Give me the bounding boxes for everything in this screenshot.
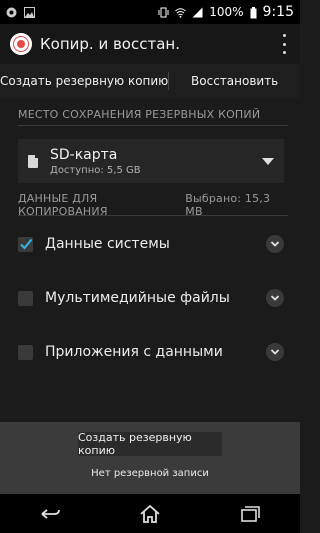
- clock: 9:15: [262, 4, 294, 20]
- signal-icon: [192, 7, 203, 18]
- app-logo-icon[interactable]: [10, 33, 32, 55]
- storage-section-title: МЕСТО СОХРАНЕНИЯ РЕЗЕРВНЫХ КОПИЙ: [18, 108, 261, 121]
- battery-percent: 100%: [209, 5, 244, 19]
- tab-create-backup[interactable]: Создать резервную копию: [0, 74, 168, 88]
- action-bar: Копир. и восстан.: [0, 24, 300, 64]
- dropdown-arrow-icon: [262, 157, 274, 165]
- data-section-header: ДАННЫЕ ДЛЯ КОПИРОВАНИЯ Выбрано: 15,3 MB: [18, 191, 288, 218]
- storage-location-dropdown[interactable]: SD-карта Доступно: 5,5 GB: [18, 139, 284, 183]
- option-label: Приложения с данными: [45, 344, 223, 360]
- storage-section-header: МЕСТО СОХРАНЕНИЯ РЕЗЕРВНЫХ КОПИЙ: [18, 104, 288, 126]
- selected-size: Выбрано: 15,3 MB: [185, 191, 271, 218]
- recent-apps-icon[interactable]: [237, 503, 263, 525]
- navigation-bar: [0, 494, 300, 533]
- backup-status: Нет резервной записи: [91, 468, 209, 479]
- page-title: Копир. и восстан.: [40, 35, 180, 53]
- checkbox-icon[interactable]: [18, 290, 33, 306]
- create-backup-button[interactable]: Создать резервную копию: [78, 431, 222, 457]
- notification-area: [6, 6, 35, 18]
- option-system-data[interactable]: Данные системы: [18, 224, 284, 264]
- expand-chevron-icon[interactable]: [266, 235, 284, 253]
- option-label: Мультимедийные файлы: [45, 290, 230, 306]
- option-media-files[interactable]: Мультимедийные файлы: [18, 278, 284, 318]
- checkbox-checked-icon[interactable]: [18, 236, 33, 252]
- battery-icon: [250, 6, 257, 18]
- option-label: Данные системы: [45, 236, 170, 252]
- back-icon[interactable]: [37, 503, 63, 525]
- storage-name: SD-карта: [50, 146, 118, 163]
- home-icon[interactable]: [137, 503, 163, 525]
- status-bar: 100% 9:15: [0, 0, 300, 24]
- expand-chevron-icon[interactable]: [266, 289, 284, 307]
- storage-info: SD-карта Доступно: 5,5 GB: [50, 147, 141, 176]
- tab-restore[interactable]: Восстановить: [169, 74, 300, 88]
- system-status: 100% 9:15: [158, 4, 294, 20]
- tab-bar: Создать резервную копию Восстановить: [0, 64, 300, 98]
- sd-card-icon: [28, 154, 38, 168]
- vibrate-icon: [158, 7, 169, 18]
- app-notification-icon: [6, 7, 17, 18]
- storage-available: Доступно: 5,5 GB: [50, 164, 141, 176]
- overflow-menu-icon[interactable]: [278, 34, 290, 54]
- checkbox-icon[interactable]: [18, 344, 33, 360]
- data-section-title: ДАННЫЕ ДЛЯ КОПИРОВАНИЯ: [18, 191, 108, 218]
- expand-chevron-icon[interactable]: [266, 343, 284, 361]
- option-apps-with-data[interactable]: Приложения с данными: [18, 332, 284, 372]
- image-notification-icon: [24, 6, 35, 18]
- wifi-icon: [175, 7, 187, 18]
